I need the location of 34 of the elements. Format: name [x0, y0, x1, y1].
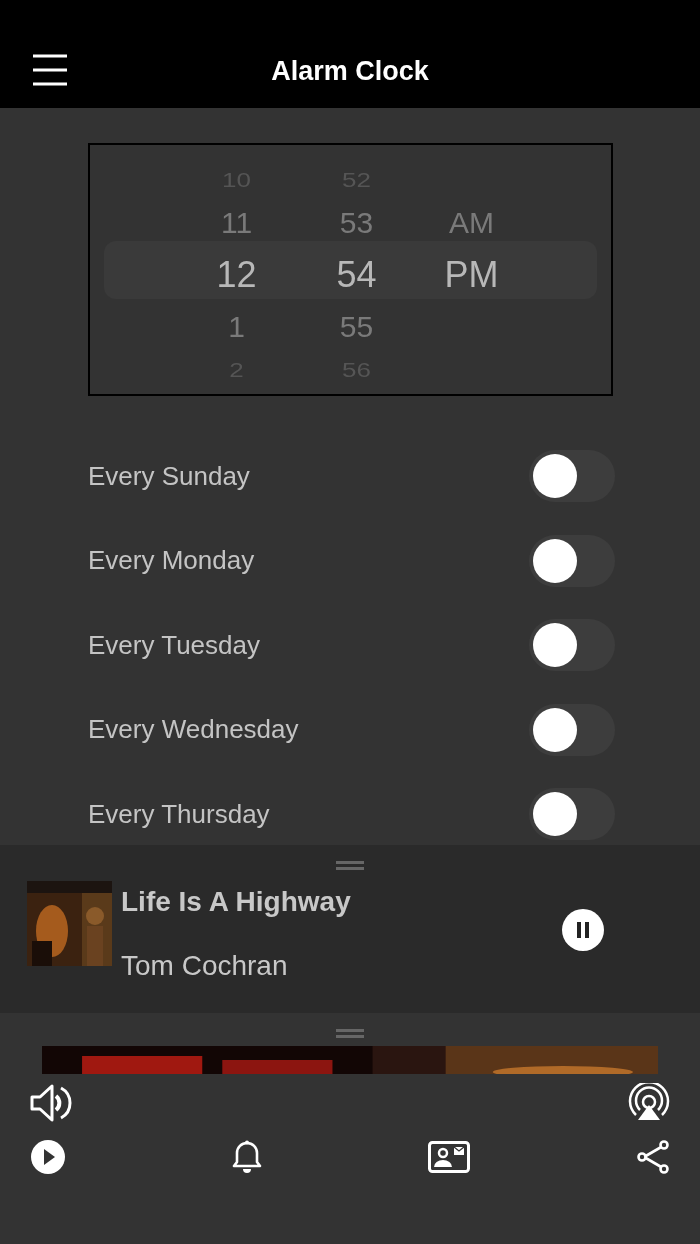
speaker-icon	[30, 1083, 72, 1123]
share-button[interactable]	[636, 1140, 670, 1174]
picker-value[interactable]: AM	[449, 208, 494, 238]
picker-value[interactable]: 12	[216, 257, 257, 293]
picker-value[interactable]: 53	[339, 208, 374, 238]
day-label: Every Sunday	[88, 459, 250, 493]
drag-handle[interactable]	[336, 1029, 364, 1038]
drag-handle[interactable]	[336, 861, 364, 870]
airplay-icon	[628, 1083, 670, 1123]
play-button[interactable]	[30, 1139, 66, 1175]
artist-name: Tom Cochran	[121, 949, 289, 983]
day-label: Every Wednesday	[88, 713, 299, 747]
picker-value[interactable]: 54	[336, 257, 377, 293]
picker-value[interactable]: 1	[228, 312, 245, 342]
contact-card-icon	[428, 1141, 470, 1173]
day-label: Every Tuesday	[88, 628, 260, 662]
picker-value[interactable]: PM	[444, 257, 499, 293]
bell-icon	[232, 1140, 262, 1174]
mini-player[interactable]: Life Is A Highway Tom Cochran	[0, 845, 700, 1013]
play-icon	[30, 1139, 66, 1175]
song-title: Life Is A Highway	[121, 885, 351, 919]
picker-value[interactable]: 55	[339, 312, 374, 342]
alarm-button[interactable]	[232, 1140, 262, 1174]
screen-title: Alarm Clock	[271, 54, 429, 88]
day-label: Every Thursday	[88, 797, 270, 831]
pause-button[interactable]	[562, 909, 604, 951]
contact-button[interactable]	[428, 1141, 470, 1173]
picker-value[interactable]: 11	[220, 208, 253, 238]
share-icon	[636, 1140, 670, 1174]
menu-icon	[32, 52, 68, 88]
day-label: Every Monday	[88, 544, 255, 578]
pause-icon	[576, 922, 590, 938]
airplay-button[interactable]	[628, 1083, 670, 1123]
volume-button[interactable]	[30, 1083, 72, 1123]
